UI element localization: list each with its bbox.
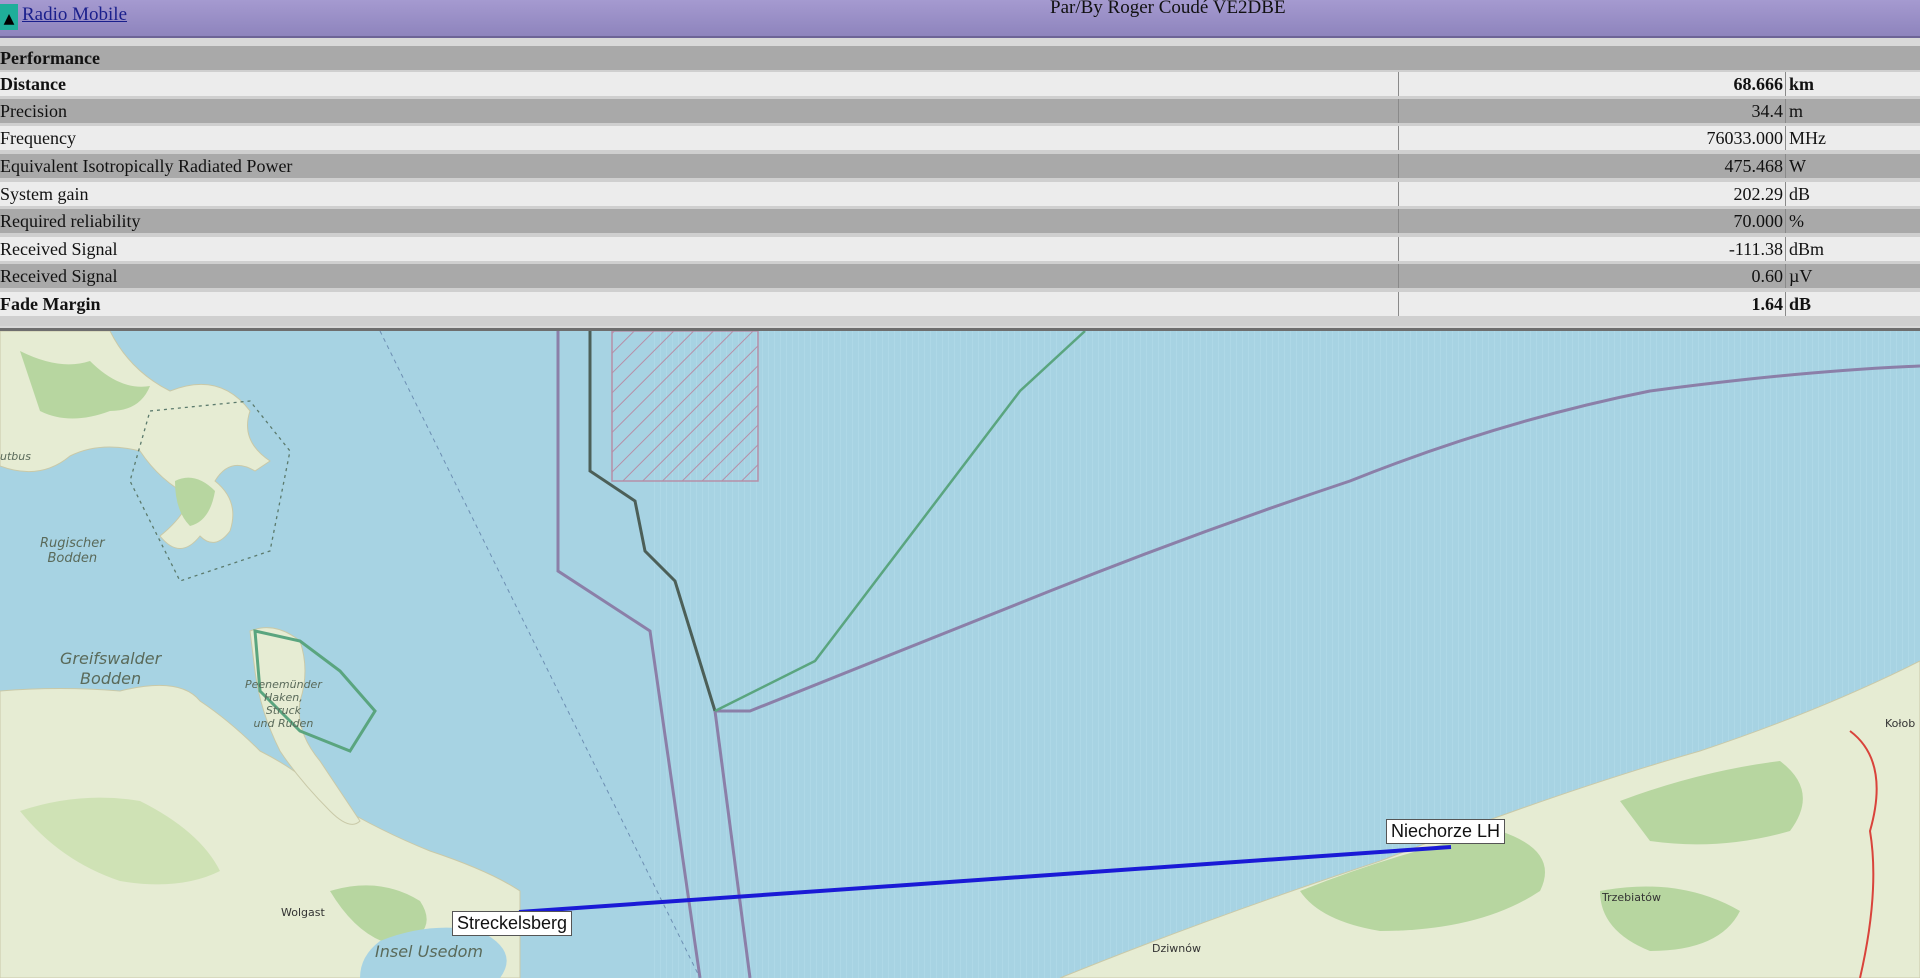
row-label: System gain: [0, 184, 89, 204]
column-divider: [1785, 237, 1786, 261]
row-label: Received Signal: [0, 266, 118, 286]
column-divider: [1398, 99, 1399, 123]
row-value: -111.38: [1728, 239, 1783, 259]
column-divider: [1785, 154, 1786, 178]
site-label-niechorze[interactable]: Niechorze LH: [1386, 819, 1506, 844]
row-label: Equivalent Isotropically Radiated Power: [0, 156, 293, 176]
column-divider: [1785, 126, 1786, 150]
row-value: 475.468: [1724, 156, 1784, 176]
performance-row: Equivalent Isotropically Radiated Power 4…: [0, 154, 1920, 178]
column-divider: [1398, 209, 1399, 233]
row-unit: %: [1789, 211, 1804, 231]
map-canvas[interactable]: [0, 331, 1920, 978]
column-divider: [1785, 264, 1786, 288]
row-unit: W: [1789, 156, 1806, 176]
row-label: Frequency: [0, 128, 76, 148]
place-kolobrzeg: Kołob: [1885, 717, 1916, 730]
place-putbus: utbus: [0, 450, 31, 463]
column-divider: [1785, 292, 1786, 316]
row-unit: dB: [1789, 294, 1812, 314]
row-label: Received Signal: [0, 239, 118, 259]
performance-row: System gain 202.29 dB: [0, 182, 1920, 206]
performance-row: Required reliability 70.000%: [0, 209, 1920, 233]
site-label-streckelsberg[interactable]: Streckelsberg: [452, 911, 573, 936]
column-divider: [1785, 209, 1786, 233]
place-dziwnow: Dziwnów: [1152, 942, 1201, 955]
performance-row: Fade Margin 1.64 dB: [0, 292, 1920, 316]
performance-header-label: Performance: [0, 48, 100, 68]
performance-row: Distance 68.666 km: [0, 72, 1920, 96]
app-icon[interactable]: ▲: [0, 4, 18, 30]
place-trzebiatow: Trzebiatów: [1602, 891, 1661, 904]
row-label: Fade Margin: [0, 294, 101, 314]
place-wolgast: Wolgast: [281, 906, 325, 919]
row-value: 202.29: [1733, 184, 1784, 204]
column-divider: [1398, 264, 1399, 288]
column-divider: [1785, 72, 1786, 96]
row-label: Distance: [0, 74, 66, 94]
row-unit: km: [1789, 74, 1815, 94]
radio-mobile-link[interactable]: Radio Mobile: [22, 4, 127, 26]
column-divider: [1785, 99, 1786, 123]
column-divider: [1398, 237, 1399, 261]
performance-header: Performance: [0, 46, 1920, 70]
row-value: 34.4: [1751, 101, 1784, 121]
column-divider: [1398, 292, 1399, 316]
row-label: Precision: [0, 101, 67, 121]
map-view[interactable]: utbus Rugischer Bodden Greifswalder Bodd…: [0, 328, 1920, 978]
row-value: 68.666: [1733, 74, 1784, 94]
performance-row: Received Signal 0.60 µV: [0, 264, 1920, 288]
column-divider: [1398, 182, 1399, 206]
restricted-area: [611, 331, 759, 482]
row-unit: MHz: [1789, 128, 1826, 148]
column-divider: [1398, 154, 1399, 178]
performance-table: Performance Distance 68.666 km Precision 34.…: [0, 46, 1920, 326]
performance-row: Received Signal -111.38 dBm: [0, 237, 1920, 261]
row-value: 76033.000: [1706, 128, 1784, 148]
column-divider: [1398, 126, 1399, 150]
place-peenemunder-haken: Peenemünder Haken, Struck und Ruden: [245, 678, 322, 730]
performance-row: Frequency 76033.000 MHz: [0, 126, 1920, 150]
performance-row: Precision 34.4 m: [0, 99, 1920, 123]
place-insel-usedom: Insel Usedom: [375, 942, 483, 961]
column-divider: [1785, 182, 1786, 206]
row-value: 1.64: [1751, 294, 1784, 314]
place-greifswalder-bodden: Greifswalder Bodden: [60, 649, 162, 688]
row-value: 70.000: [1733, 211, 1784, 231]
row-unit: µV: [1789, 266, 1813, 286]
row-label: Required reliability: [0, 211, 141, 231]
row-unit: dBm: [1789, 239, 1825, 259]
column-divider: [1398, 72, 1399, 96]
place-rugischer-bodden: Rugischer Bodden: [40, 536, 105, 566]
row-value: 0.60: [1751, 266, 1784, 286]
row-unit: m: [1789, 101, 1804, 121]
window-title: Par/By Roger Coudé VE2DBE: [1050, 0, 1286, 18]
row-unit: dB: [1789, 184, 1811, 204]
title-bar: ▲ Radio Mobile Par/By Roger Coudé VE2DBE: [0, 0, 1920, 38]
